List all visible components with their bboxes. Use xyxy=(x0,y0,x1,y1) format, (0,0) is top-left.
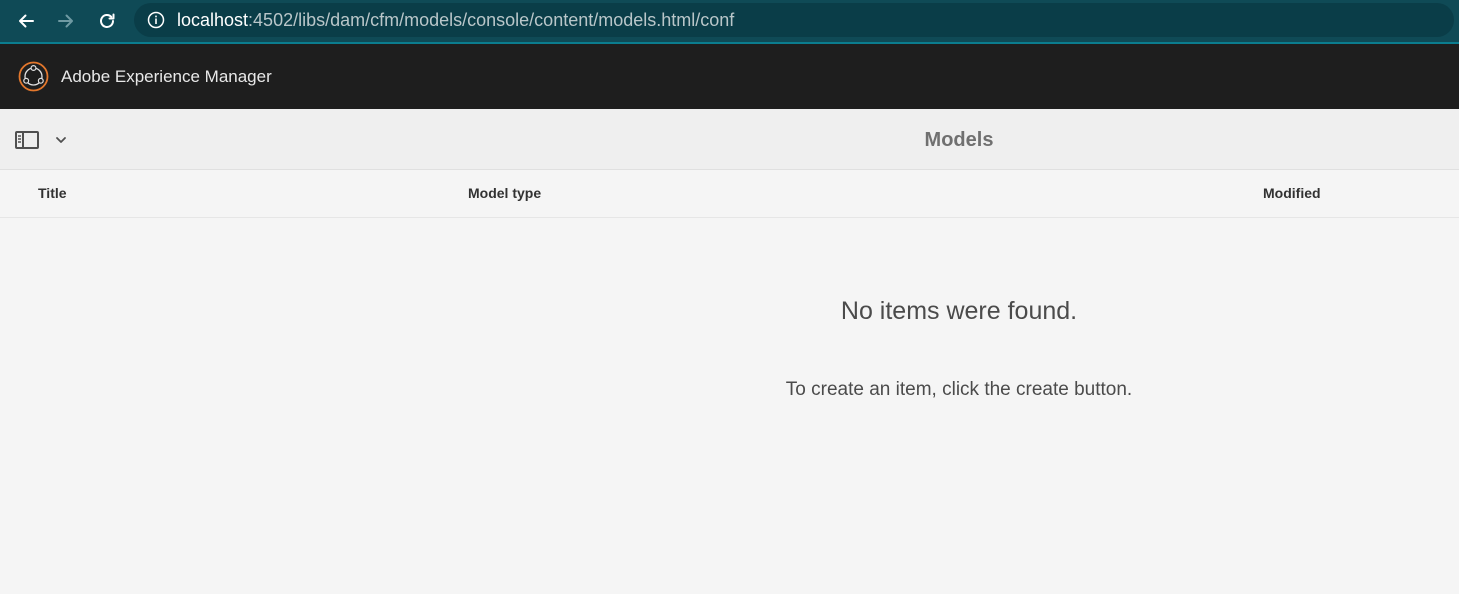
aem-logo-icon[interactable] xyxy=(18,61,49,92)
empty-state-heading: No items were found. xyxy=(840,297,1078,325)
arrow-left-icon xyxy=(19,14,34,28)
product-name[interactable]: Adobe Experience Manager xyxy=(61,67,272,87)
empty-state: No items were found. To create an item, … xyxy=(0,218,1459,594)
column-header-title[interactable]: Title xyxy=(38,185,67,202)
action-bar: Models xyxy=(0,109,1459,170)
url-host: localhost xyxy=(177,10,249,30)
shell-header: Adobe Experience Manager xyxy=(0,44,1459,109)
reload-button[interactable] xyxy=(93,7,121,35)
page-title: Models xyxy=(924,129,994,151)
chevron-down-icon xyxy=(56,137,66,143)
back-button[interactable] xyxy=(12,7,40,35)
browser-toolbar: localhost:4502/libs/dam/cfm/models/conso… xyxy=(0,0,1459,44)
address-bar[interactable]: localhost:4502/libs/dam/cfm/models/conso… xyxy=(134,3,1454,37)
info-icon[interactable] xyxy=(147,11,165,29)
reload-icon xyxy=(100,13,115,28)
table-header: Title Model type Modified xyxy=(0,170,1459,218)
arrow-right-icon xyxy=(58,14,73,28)
rail-toggle-button[interactable] xyxy=(14,126,72,154)
empty-state-message: To create an item, click the create butt… xyxy=(785,379,1133,400)
forward-button[interactable] xyxy=(52,7,80,35)
url-path: :4502/libs/dam/cfm/models/console/conten… xyxy=(248,10,735,30)
url-text[interactable]: localhost:4502/libs/dam/cfm/models/conso… xyxy=(177,10,734,30)
rail-toggle-icon xyxy=(15,131,39,149)
column-header-modified[interactable]: Modified xyxy=(1263,185,1321,202)
column-header-model-type[interactable]: Model type xyxy=(468,185,541,202)
